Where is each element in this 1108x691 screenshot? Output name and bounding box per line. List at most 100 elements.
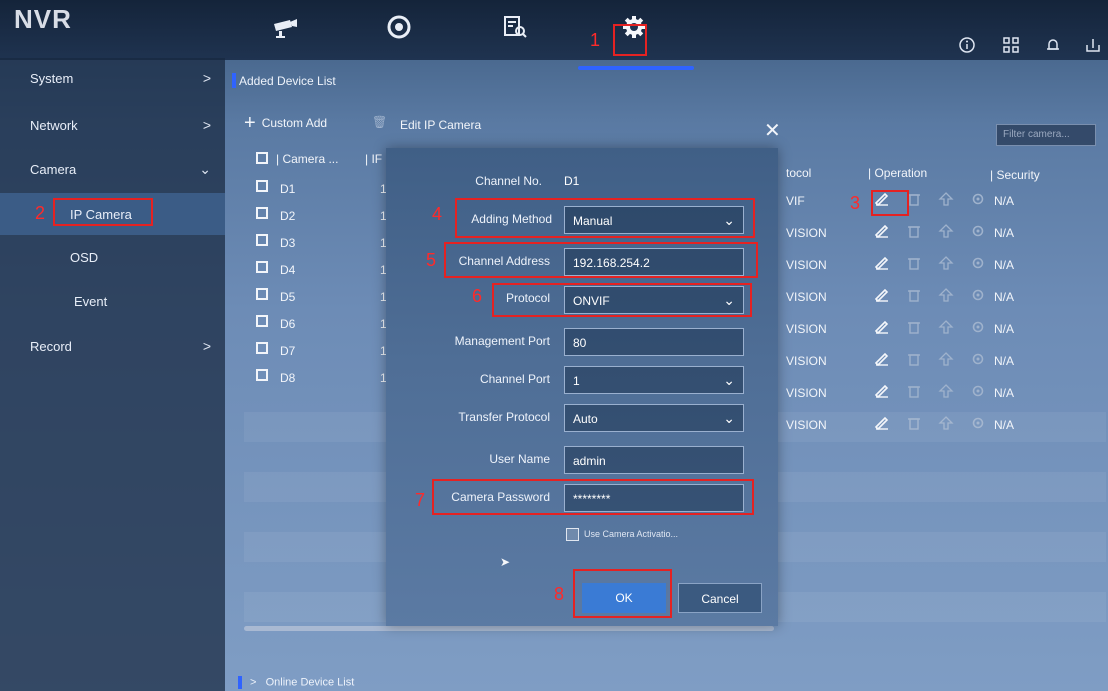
active-tab-indicator	[578, 66, 694, 70]
management-port-input[interactable]: 80	[564, 328, 744, 356]
trash-icon[interactable]	[906, 384, 922, 398]
sidebar-item-network[interactable]: Network >	[0, 104, 225, 146]
annotation-box-3	[871, 190, 909, 216]
upgrade-icon[interactable]	[938, 320, 954, 334]
gear-icon[interactable]	[970, 384, 986, 398]
upgrade-icon[interactable]	[938, 352, 954, 366]
gear-icon[interactable]	[970, 224, 986, 238]
header-ip[interactable]: | IF	[365, 152, 382, 166]
row-protocol: VISION	[786, 226, 827, 240]
user-name-input[interactable]: admin	[564, 446, 744, 474]
search-file-icon[interactable]	[500, 14, 530, 40]
edit-icon[interactable]	[874, 320, 890, 334]
row-checkbox[interactable]	[256, 288, 268, 300]
custom-add-button[interactable]: + Custom Add	[244, 112, 327, 134]
sidebar-item-record[interactable]: Record >	[0, 325, 225, 367]
sidebar-item-event[interactable]: Event	[0, 280, 225, 322]
trash-icon[interactable]	[906, 320, 922, 334]
transfer-protocol-select[interactable]: Auto ⌄	[564, 404, 744, 432]
row-security: N/A	[994, 226, 1015, 240]
online-device-list-label: Online Device List	[265, 676, 355, 689]
upgrade-icon[interactable]	[938, 224, 954, 238]
upgrade-icon[interactable]	[938, 288, 954, 302]
app-logo: NVR	[14, 4, 72, 34]
upgrade-icon[interactable]	[938, 256, 954, 270]
chevron-down-icon: ⌄	[723, 372, 735, 388]
row-camera-name: D3	[280, 236, 296, 250]
info-icon[interactable]	[958, 36, 976, 54]
toolbar: + Custom Add	[244, 112, 327, 135]
chevron-down-icon: ⌄	[199, 160, 211, 177]
row-checkbox[interactable]	[256, 180, 268, 192]
sidebar-item-label: Record	[30, 338, 72, 354]
sidebar-item-label: Camera	[30, 161, 77, 177]
annotation-box-5	[444, 242, 758, 278]
close-icon[interactable]: ✕	[764, 118, 781, 143]
header-protocol[interactable]: tocol	[786, 166, 811, 180]
edit-icon[interactable]	[874, 256, 890, 270]
row-camera-name: D5	[280, 290, 296, 304]
sidebar-item-system[interactable]: System >	[0, 57, 225, 99]
select-all-checkbox[interactable]	[256, 152, 268, 164]
transfer-protocol-value: Auto	[573, 412, 598, 426]
annotation-box-1	[613, 24, 647, 56]
trash-icon[interactable]	[906, 288, 922, 302]
export-icon[interactable]	[1084, 36, 1102, 54]
sidebar-item-osd[interactable]: OSD	[0, 236, 225, 278]
gear-icon[interactable]	[970, 256, 986, 270]
trash-icon[interactable]	[906, 256, 922, 270]
sidebar-item-label: Network	[30, 117, 78, 133]
sidebar-item-label: System	[30, 70, 74, 86]
upgrade-icon[interactable]	[938, 384, 954, 398]
annotation-box-2	[53, 198, 153, 226]
annotation-label-5: 5	[426, 250, 437, 270]
user-name-label: User Name	[489, 452, 550, 466]
row-camera-name: D7	[280, 344, 296, 358]
bell-icon[interactable]	[1044, 36, 1062, 54]
trash-icon[interactable]: 🗑	[372, 115, 387, 129]
gear-icon[interactable]	[970, 288, 986, 302]
trash-icon[interactable]	[906, 224, 922, 238]
row-security: N/A	[994, 194, 1015, 208]
row-checkbox[interactable]	[256, 342, 268, 354]
header-camera[interactable]: | Camera ...	[276, 152, 338, 166]
row-camera-name: D6	[280, 317, 296, 331]
row-checkbox[interactable]	[256, 234, 268, 246]
edit-icon[interactable]	[874, 288, 890, 302]
row-checkbox[interactable]	[256, 369, 268, 381]
row-checkbox[interactable]	[256, 261, 268, 273]
row-operations	[874, 224, 986, 238]
search-input[interactable]: Filter camera...	[996, 124, 1096, 146]
online-device-list-toggle[interactable]: > Online Device List	[238, 676, 354, 689]
channel-port-select[interactable]: 1 ⌄	[564, 366, 744, 394]
annotation-label-1: 1	[590, 30, 601, 50]
sidebar-item-label: OSD	[70, 249, 99, 265]
row-checkbox[interactable]	[256, 207, 268, 219]
row-operations	[874, 288, 986, 302]
row-checkbox[interactable]	[256, 315, 268, 327]
row-operations	[874, 384, 986, 398]
row-protocol: VISION	[786, 354, 827, 368]
upgrade-icon[interactable]	[938, 192, 954, 206]
sidebar-item-camera[interactable]: Camera ⌄	[0, 148, 225, 190]
qr-icon[interactable]	[1002, 36, 1020, 54]
annotation-label-7: 7	[415, 490, 426, 510]
gear-icon[interactable]	[970, 320, 986, 334]
horizontal-scrollbar[interactable]	[244, 626, 774, 631]
gear-icon[interactable]	[970, 192, 986, 206]
row-security: N/A	[994, 290, 1015, 304]
camera-icon[interactable]	[270, 14, 300, 40]
edit-icon[interactable]	[874, 384, 890, 398]
playback-icon[interactable]	[384, 14, 414, 40]
cancel-button[interactable]: Cancel	[678, 583, 762, 613]
trash-icon[interactable]	[906, 352, 922, 366]
header-security[interactable]: | Security	[990, 168, 1040, 182]
dialog-title: Edit IP Camera	[400, 118, 482, 132]
edit-icon[interactable]	[874, 352, 890, 366]
edit-icon[interactable]	[874, 224, 890, 238]
channel-no-value: D1	[564, 174, 580, 188]
row-protocol: VISION	[786, 258, 827, 272]
gear-icon[interactable]	[970, 352, 986, 366]
use-camera-activation-checkbox[interactable]	[566, 528, 579, 541]
chevron-right-icon: >	[202, 117, 211, 133]
